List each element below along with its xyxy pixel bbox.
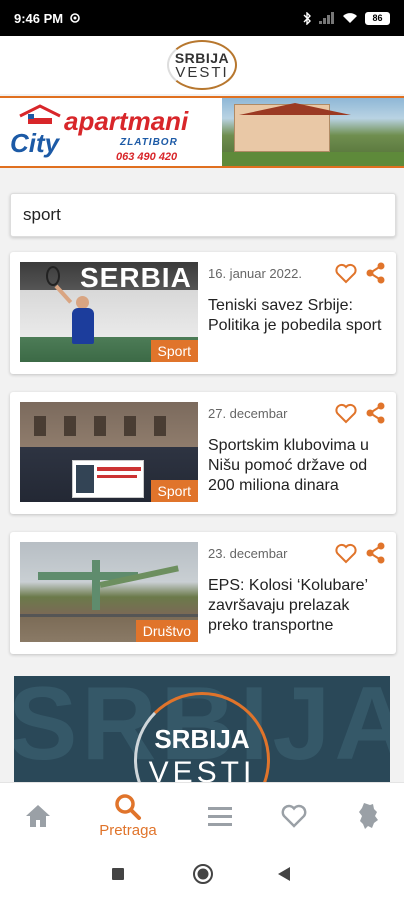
heart-icon[interactable] <box>334 402 358 424</box>
article-title[interactable]: Sportskim klubovima u Nišu pomoć države … <box>208 436 388 496</box>
share-icon[interactable] <box>364 262 386 284</box>
bottom-nav: Pretraga <box>0 782 404 848</box>
category-tag[interactable]: Društvo <box>135 620 198 642</box>
thumbnail-sign <box>72 460 144 498</box>
thumbnail-player <box>72 308 94 344</box>
nav-search-label: Pretraga <box>99 821 157 839</box>
ad-brand-zlatibor: ZLATIBOR <box>120 137 178 148</box>
search-box[interactable] <box>10 193 396 237</box>
ad-photo-lawn <box>222 152 404 166</box>
category-tag[interactable]: Sport <box>150 340 198 362</box>
bluetooth-icon <box>303 11 311 25</box>
thumbnail-sign-line <box>97 475 137 478</box>
recents-button[interactable] <box>112 868 124 880</box>
article-thumbnail[interactable]: SERBIA Sport <box>20 262 198 362</box>
thumbnail-window <box>124 416 136 436</box>
thumbnail-window <box>34 416 46 436</box>
ad-banner[interactable]: apartmani City ZLATIBOR 063 490 420 <box>0 96 404 168</box>
ad-photo <box>222 98 404 166</box>
article-title[interactable]: EPS: Kolosi ‘Kolubare’ završavaju prelaz… <box>208 576 388 636</box>
article-date: 16. januar 2022. <box>208 266 302 281</box>
ad-brand-apartmani: apartmani <box>64 106 189 136</box>
menu-icon <box>208 807 232 826</box>
thumbnail-rail <box>20 614 198 617</box>
promo-banner[interactable]: SRBIJA SRBIJA VESTI <box>14 676 390 782</box>
thumbnail-window <box>64 416 76 436</box>
serbia-map-icon <box>359 803 378 829</box>
app-logo[interactable]: SRBIJA VESTI <box>167 40 237 90</box>
thumbnail-arm <box>54 284 73 304</box>
article-card[interactable]: SERBIA Sport 16. januar 2022. Teniski sa… <box>10 252 396 374</box>
app-header: SRBIJA VESTI <box>0 36 404 94</box>
thumbnail-window <box>94 416 106 436</box>
ad-brand-city: City <box>10 128 60 158</box>
heart-icon <box>281 804 307 828</box>
home-icon <box>26 805 50 827</box>
nav-favorites[interactable] <box>272 783 316 849</box>
battery-level: 86 <box>372 13 383 23</box>
article-thumbnail[interactable]: Sport <box>20 402 198 502</box>
nav-regions[interactable] <box>346 783 390 849</box>
status-bar: 9:46 PM 86 <box>0 0 404 36</box>
thumbnail-banner-text: SERBIA <box>80 262 192 293</box>
thumbnail-window <box>154 416 166 436</box>
promo-logo-line1: SRBIJA <box>154 724 250 754</box>
cell-signal-icon <box>319 12 334 24</box>
heart-icon[interactable] <box>334 262 358 284</box>
ad-phone: 063 490 420 <box>116 151 178 163</box>
ad-photo-roof <box>239 103 351 115</box>
ad-brand-area: apartmani City ZLATIBOR 063 490 420 <box>0 98 222 166</box>
article-title[interactable]: Teniski savez Srbije: Politika je pobedi… <box>208 296 388 336</box>
article-card[interactable]: Društvo 23. decembar EPS: Kolosi ‘Koluba… <box>10 532 396 654</box>
thumbnail-sign-photo <box>76 465 94 493</box>
logo-line1: SRBIJA <box>174 49 230 66</box>
article-date: 27. decembar <box>208 406 288 421</box>
battery-icon: 86 <box>365 11 390 25</box>
ad-photo-house <box>234 103 351 152</box>
status-time: 9:46 PM <box>14 10 64 26</box>
search-input[interactable] <box>23 205 383 225</box>
settings-gear-icon <box>70 13 80 23</box>
house-bed-icon <box>19 104 61 124</box>
nav-search[interactable]: Pretraga <box>92 783 164 849</box>
promo-logo-line2: VESTI <box>148 756 256 782</box>
category-tag[interactable]: Sport <box>150 480 198 502</box>
heart-icon[interactable] <box>334 542 358 564</box>
nav-menu[interactable] <box>198 783 242 849</box>
search-icon <box>115 793 141 820</box>
nav-home[interactable] <box>18 783 58 849</box>
logo-line2: VESTI <box>175 63 229 81</box>
back-button[interactable] <box>278 867 290 881</box>
thumbnail-crane-mast <box>92 560 100 610</box>
system-nav-bar <box>0 848 404 900</box>
article-thumbnail[interactable]: Društvo <box>20 542 198 642</box>
thumbnail-racket <box>46 266 60 286</box>
article-card[interactable]: Sport 27. decembar Sportskim klubovima u… <box>10 392 396 514</box>
wifi-icon <box>343 13 357 23</box>
thumbnail-sign-line <box>97 467 141 471</box>
article-date: 23. decembar <box>208 546 288 561</box>
share-icon[interactable] <box>364 402 386 424</box>
share-icon[interactable] <box>364 542 386 564</box>
home-button[interactable] <box>192 863 214 885</box>
